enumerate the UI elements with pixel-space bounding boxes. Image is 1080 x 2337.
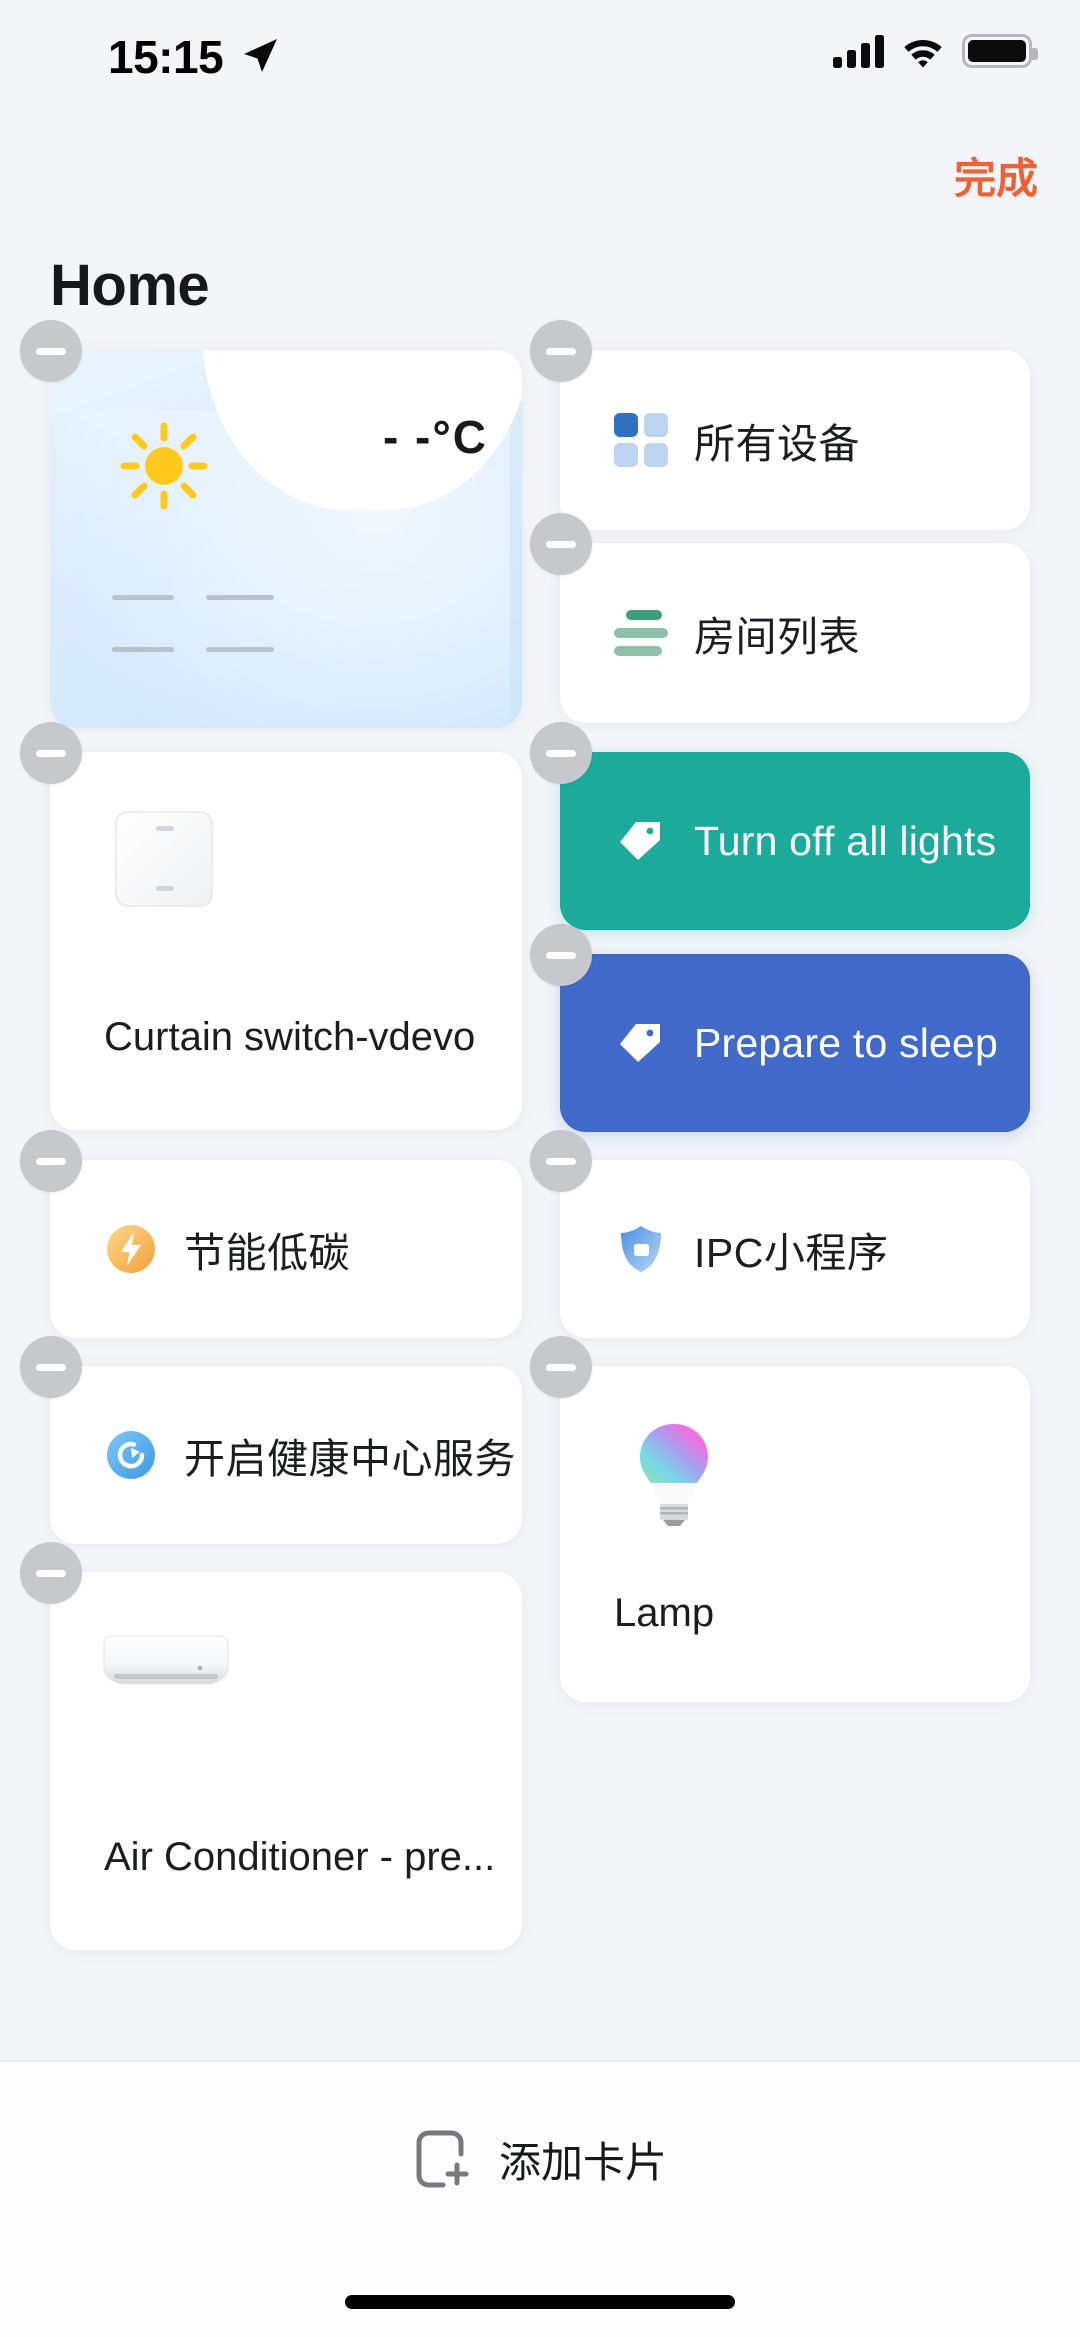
- status-bar-indicators: [833, 34, 1038, 68]
- remove-health-center-card-button[interactable]: [20, 1336, 82, 1398]
- curtain-switch-name: Curtain switch-vdevo: [104, 1015, 476, 1059]
- list-lines-icon: [614, 610, 668, 656]
- page-title: Home: [50, 253, 210, 318]
- home-editing-screen: 15:15 完成 Home - -°C 所有设备 房间列表 Curtain sw…: [0, 0, 1080, 2337]
- air-conditioner-icon: [103, 1635, 229, 1685]
- air-conditioner-card-inner: Air Conditioner - pre...: [50, 1572, 522, 1950]
- grid-squares-icon: [614, 413, 668, 467]
- remove-curtain-switch-card-button[interactable]: [20, 722, 82, 784]
- remove-weather-card-button[interactable]: [20, 320, 82, 382]
- room-list-card[interactable]: 房间列表: [530, 513, 1030, 723]
- room-list-card-inner: 房间列表: [560, 543, 1030, 723]
- add-card-button[interactable]: 添加卡片: [0, 2114, 1080, 2204]
- wall-switch-icon: [115, 811, 213, 907]
- tag-icon: [620, 822, 660, 860]
- header-bar: 完成: [0, 148, 1080, 218]
- status-bar-time: 15:15: [108, 31, 224, 83]
- scene-prepare-to-sleep-card[interactable]: Prepare to sleep: [530, 924, 1030, 1132]
- sun-icon: [120, 422, 208, 510]
- all-devices-label: 所有设备: [694, 421, 860, 467]
- health-spiral-icon: [107, 1431, 155, 1479]
- scene-lights-card-inner: Turn off all lights: [560, 752, 1030, 930]
- bottom-bar: 添加卡片: [0, 2060, 1080, 2337]
- energy-saving-card-inner: 节能低碳: [50, 1160, 522, 1338]
- lightning-bolt-icon: [107, 1225, 155, 1273]
- curtain-switch-card[interactable]: Curtain switch-vdevo: [20, 722, 522, 1130]
- remove-lamp-card-button[interactable]: [530, 1336, 592, 1398]
- weather-temperature: - -°C: [382, 411, 488, 463]
- air-conditioner-card[interactable]: Air Conditioner - pre...: [20, 1542, 522, 1950]
- health-center-card[interactable]: 开启健康中心服务: [20, 1336, 522, 1544]
- wifi-icon: [904, 40, 942, 68]
- health-center-card-inner: 开启健康中心服务: [50, 1366, 522, 1544]
- all-devices-card-inner: 所有设备: [560, 350, 1030, 530]
- add-card-plus-icon: [416, 2130, 469, 2188]
- location-arrow-icon: [244, 39, 277, 72]
- ipc-miniapp-card[interactable]: IPC小程序: [530, 1130, 1030, 1338]
- tag-icon: [620, 1024, 660, 1062]
- scene-sleep-card-inner: Prepare to sleep: [560, 954, 1030, 1132]
- weather-placeholder-rows: [112, 595, 274, 699]
- health-center-label: 开启健康中心服务: [184, 1436, 516, 1482]
- rgb-bulb-icon: [640, 1424, 708, 1526]
- all-devices-card[interactable]: 所有设备: [530, 320, 1030, 530]
- home-indicator: [345, 2295, 735, 2309]
- remove-room-list-card-button[interactable]: [530, 513, 592, 575]
- remove-energy-saving-card-button[interactable]: [20, 1130, 82, 1192]
- air-conditioner-name: Air Conditioner - pre...: [104, 1835, 496, 1879]
- lamp-card-inner: Lamp: [560, 1366, 1030, 1702]
- energy-saving-label: 节能低碳: [184, 1230, 350, 1276]
- add-card-label: 添加卡片: [498, 2138, 667, 2186]
- room-list-label: 房间列表: [694, 614, 860, 660]
- battery-full-icon: [962, 34, 1038, 68]
- ipc-miniapp-card-inner: IPC小程序: [560, 1160, 1030, 1338]
- weather-card[interactable]: - -°C: [20, 320, 522, 728]
- camera-shield-icon: [621, 1226, 661, 1272]
- remove-ipc-miniapp-card-button[interactable]: [530, 1130, 592, 1192]
- remove-scene-sleep-card-button[interactable]: [530, 924, 592, 986]
- weather-card-inner: - -°C: [50, 350, 522, 728]
- lamp-name: Lamp: [614, 1591, 715, 1635]
- cellular-signal-icon: [833, 34, 884, 68]
- remove-scene-lights-card-button[interactable]: [530, 722, 592, 784]
- lamp-card[interactable]: Lamp: [530, 1336, 1030, 1702]
- curtain-switch-card-inner: Curtain switch-vdevo: [50, 752, 522, 1130]
- scene-lights-label: Turn off all lights: [694, 817, 997, 864]
- remove-all-devices-card-button[interactable]: [530, 320, 592, 382]
- status-bar: 15:15: [0, 0, 1080, 110]
- scene-turn-off-all-lights-card[interactable]: Turn off all lights: [530, 722, 1030, 930]
- scene-sleep-label: Prepare to sleep: [694, 1019, 999, 1066]
- remove-air-conditioner-card-button[interactable]: [20, 1542, 82, 1604]
- energy-saving-card[interactable]: 节能低碳: [20, 1130, 522, 1338]
- done-button[interactable]: 完成: [954, 148, 1038, 210]
- ipc-miniapp-label: IPC小程序: [694, 1230, 889, 1276]
